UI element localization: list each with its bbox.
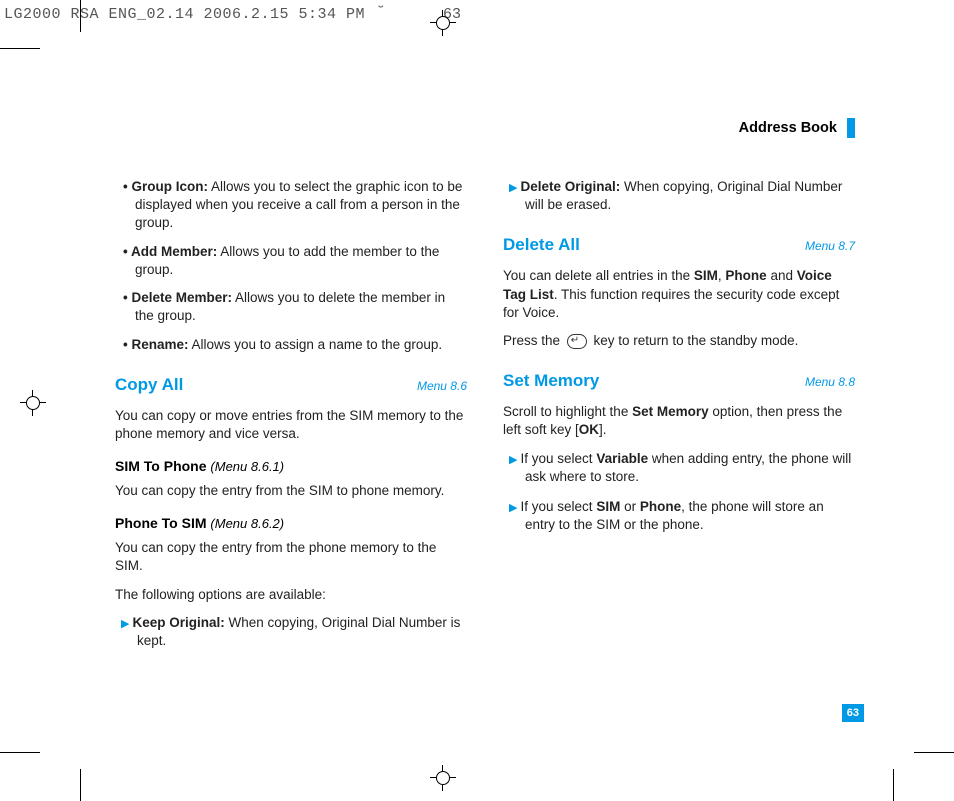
heading-delete-all: Delete All Menu 8.7 — [503, 234, 855, 257]
crop-mark — [80, 0, 81, 32]
header-glyph: ˘ — [376, 4, 386, 22]
section-marker-icon — [847, 118, 855, 138]
crop-mark — [914, 752, 954, 753]
bullet-delete-member: Delete Member: Allows you to delete the … — [115, 289, 467, 325]
registration-mark-icon — [430, 765, 456, 791]
option-sim-or-phone: If you select SIM or Phone, the phone wi… — [503, 498, 855, 534]
heading-copy-all: Copy All Menu 8.6 — [115, 374, 467, 397]
sim-to-phone-text: You can copy the entry from the SIM to p… — [115, 482, 467, 500]
heading-phone-to-sim: Phone To SIM (Menu 8.6.2) — [115, 514, 467, 533]
crop-mark — [0, 752, 40, 753]
menu-ref: Menu 8.8 — [805, 374, 855, 390]
bullet-group-icon: Group Icon: Allows you to select the gra… — [115, 178, 467, 233]
option-variable: If you select Variable when adding entry… — [503, 450, 855, 486]
file-stamp: LG2000 RSA ENG_02.14 2006.2.15 5:34 PM — [4, 6, 365, 23]
heading-set-memory: Set Memory Menu 8.8 — [503, 370, 855, 393]
page-number-badge: 63 — [842, 703, 864, 721]
copy-all-intro: You can copy or move entries from the SI… — [115, 407, 467, 443]
crop-mark — [893, 769, 894, 801]
crop-mark — [0, 48, 40, 49]
section-title: Address Book — [739, 120, 837, 136]
heading-sim-to-phone: SIM To Phone (Menu 8.6.1) — [115, 457, 467, 476]
delete-all-p1: You can delete all entries in the SIM, P… — [503, 267, 855, 322]
phone-to-sim-text: You can copy the entry from the phone me… — [115, 539, 467, 575]
delete-all-p2: Press the key to return to the standby m… — [503, 332, 855, 350]
option-delete-original: Delete Original: When copying, Original … — [503, 178, 855, 214]
section-header: Address Book — [115, 118, 855, 178]
bullet-add-member: Add Member: Allows you to add the member… — [115, 243, 467, 279]
option-keep-original: Keep Original: When copying, Original Di… — [115, 614, 467, 650]
bullet-rename: Rename: Allows you to assign a name to t… — [115, 336, 467, 354]
menu-ref: Menu 8.7 — [805, 238, 855, 254]
end-key-icon — [567, 334, 587, 349]
menu-ref: Menu 8.6 — [417, 378, 467, 394]
options-intro: The following options are available: — [115, 586, 467, 604]
left-column: Group Icon: Allows you to select the gra… — [115, 178, 467, 662]
page-content: Address Book Group Icon: Allows you to s… — [115, 118, 855, 662]
set-memory-intro: Scroll to highlight the Set Memory optio… — [503, 403, 855, 439]
registration-mark-icon — [430, 10, 456, 36]
registration-mark-icon — [20, 390, 46, 416]
crop-mark — [80, 769, 81, 801]
right-column: Delete Original: When copying, Original … — [503, 178, 855, 662]
